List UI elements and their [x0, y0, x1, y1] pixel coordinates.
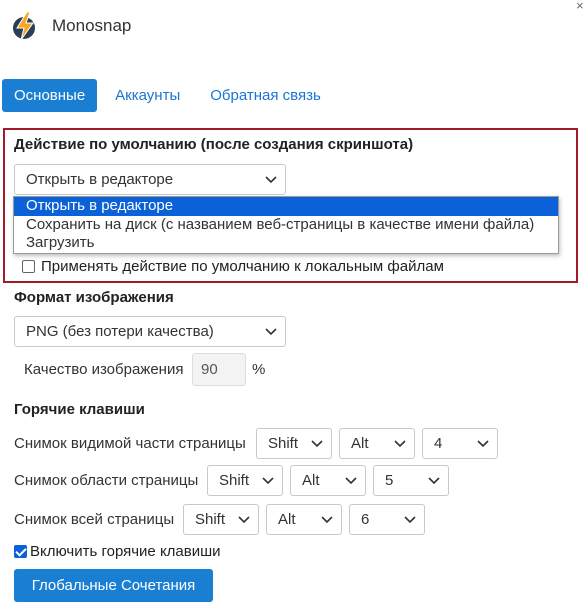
hotkey-visible-key-value: 4 [434, 435, 443, 452]
hotkey-visible-key-select[interactable]: 4 [422, 428, 498, 459]
apply-local-label: Применять действие по умолчанию к локаль… [41, 258, 444, 275]
hotkey-area-mod2-value: Alt [302, 472, 320, 489]
chevron-down-icon [265, 328, 277, 336]
chevron-down-icon [311, 440, 323, 448]
enable-hotkeys-checkbox[interactable] [14, 545, 27, 558]
enable-hotkeys-label: Включить горячие клавиши [30, 543, 221, 560]
default-action-title: Действие по умолчанию (после создания ск… [14, 136, 414, 153]
hotkey-full-key-select[interactable]: 6 [349, 504, 425, 535]
hotkey-area-mod1-value: Shift [219, 472, 250, 489]
dropdown-option-save-to-disk[interactable]: Сохранить на диск (с названием веб-стран… [14, 216, 558, 235]
hotkey-full-mod1-select[interactable]: Shift [183, 504, 259, 535]
chevron-down-icon [428, 477, 440, 485]
close-icon[interactable]: × [576, 0, 586, 14]
chevron-down-icon [238, 516, 250, 524]
image-format-select[interactable]: PNG (без потери качества) [14, 316, 286, 347]
image-format-title: Формат изображения [14, 289, 174, 306]
default-action-dropdown: Открыть в редакторе Сохранить на диск (с… [13, 196, 559, 254]
image-format-select-value: PNG (без потери качества) [26, 323, 214, 340]
hotkey-full-label: Снимок всей страницы [14, 511, 175, 528]
tab-accounts[interactable]: Аккаунты [103, 79, 192, 112]
hotkey-full-key-value: 6 [361, 511, 370, 528]
hotkey-area-key-value: 5 [385, 472, 394, 489]
apply-local-checkbox[interactable] [22, 260, 35, 273]
apply-local-checkbox-row[interactable]: Применять действие по умолчанию к локаль… [22, 258, 444, 275]
hotkey-visible-mod2-select[interactable]: Alt [339, 428, 415, 459]
dropdown-option-open-editor[interactable]: Открыть в редакторе [14, 197, 558, 216]
hotkey-full-mod2-value: Alt [278, 511, 296, 528]
hotkey-area-mod1-select[interactable]: Shift [207, 465, 283, 496]
hotkey-visible-mod2-value: Alt [351, 435, 369, 452]
chevron-down-icon [477, 440, 489, 448]
app-title: Monosnap [52, 16, 132, 35]
hotkey-visible-mod1-value: Shift [268, 435, 299, 452]
chevron-down-icon [321, 516, 333, 524]
image-quality-unit: % [252, 361, 266, 378]
default-action-select-value: Открыть в редакторе [26, 171, 174, 188]
chevron-down-icon [262, 477, 274, 485]
hotkey-area-key-select[interactable]: 5 [373, 465, 449, 496]
monosnap-logo-icon [13, 11, 35, 41]
global-shortcuts-button[interactable]: Глобальные Сочетания [14, 569, 213, 602]
tab-general[interactable]: Основные [2, 79, 98, 112]
hotkey-area-mod2-select[interactable]: Alt [290, 465, 366, 496]
image-quality-label: Качество изображения [24, 361, 184, 378]
chevron-down-icon [265, 176, 277, 184]
chevron-down-icon [394, 440, 406, 448]
hotkey-full-mod2-select[interactable]: Alt [266, 504, 342, 535]
chevron-down-icon [345, 477, 357, 485]
app-header: Monosnap [12, 10, 131, 42]
default-action-select[interactable]: Открыть в редакторе [14, 164, 286, 195]
enable-hotkeys-checkbox-row[interactable]: Включить горячие клавиши [14, 543, 221, 560]
image-quality-input[interactable]: 90 [192, 353, 246, 386]
hotkey-visible-mod1-select[interactable]: Shift [256, 428, 332, 459]
hotkey-visible-label: Снимок видимой части страницы [14, 435, 246, 452]
hotkeys-title: Горячие клавиши [14, 401, 145, 418]
hotkey-area-label: Снимок области страницы [14, 472, 199, 489]
chevron-down-icon [404, 516, 416, 524]
tab-feedback[interactable]: Обратная связь [198, 79, 333, 112]
hotkey-full-mod1-value: Shift [195, 511, 226, 528]
tab-bar: Основные Аккаунты Обратная связь [2, 79, 333, 112]
dropdown-option-upload[interactable]: Загрузить [14, 234, 558, 253]
